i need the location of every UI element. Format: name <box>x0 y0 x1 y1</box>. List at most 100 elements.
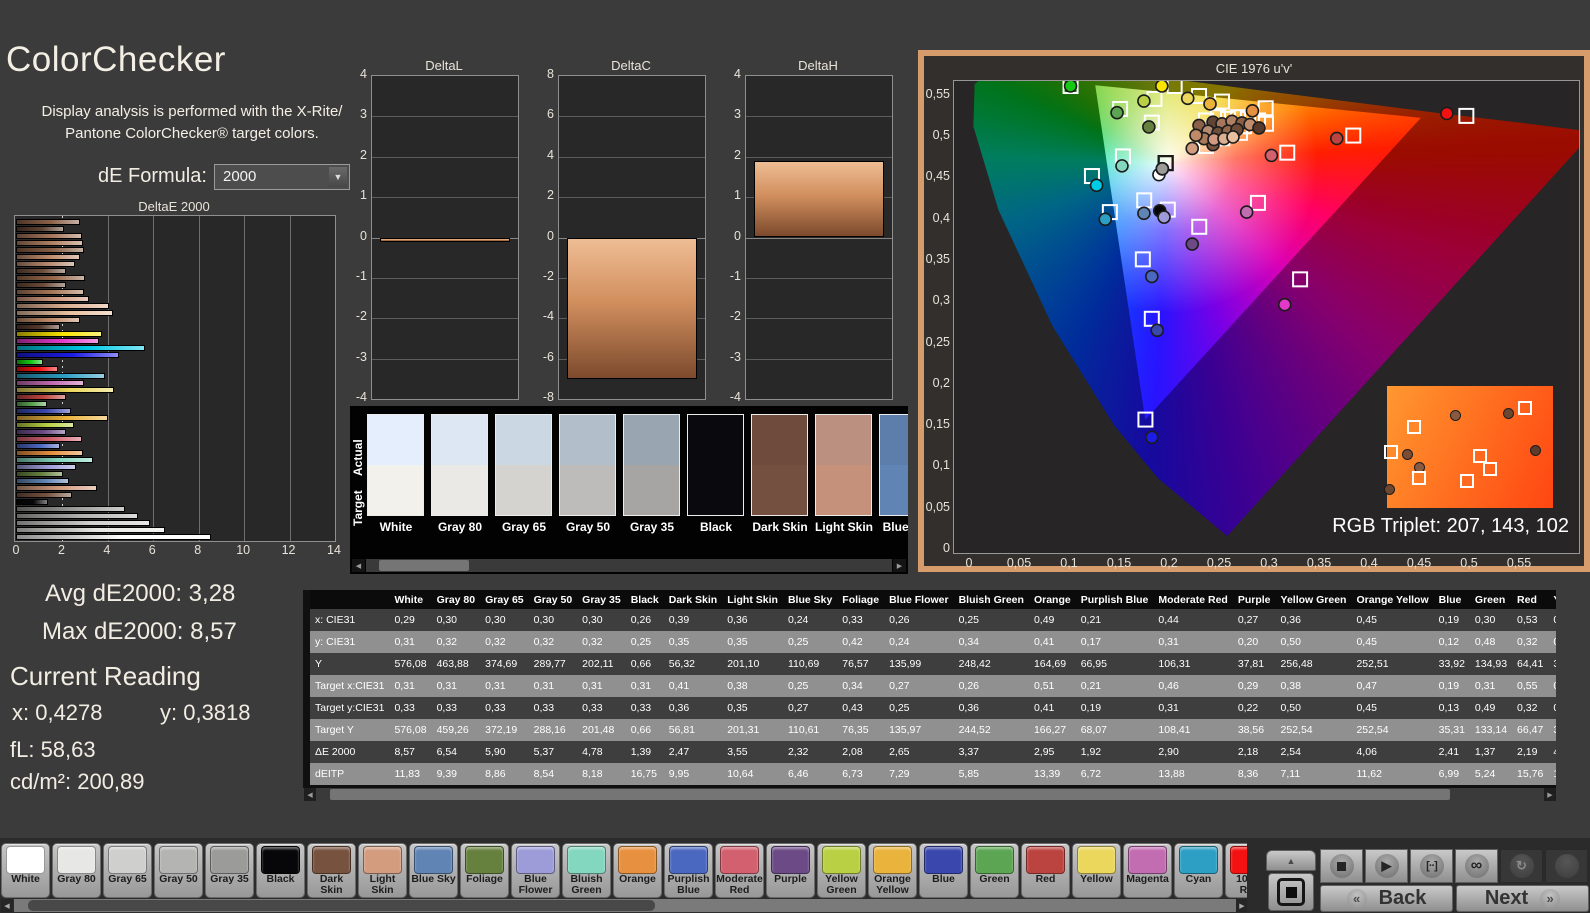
next-button[interactable]: Next » <box>1456 885 1589 912</box>
table-cell: 0,19 <box>1433 675 1470 697</box>
refresh-button[interactable]: ↻ <box>1500 849 1543 883</box>
patch-button-yellow[interactable]: Yellow <box>1072 843 1121 898</box>
patch-button-label: Blue Sky <box>411 874 456 885</box>
table-cell: 289,77 <box>528 653 578 675</box>
play-button[interactable]: ▶ <box>1365 849 1408 883</box>
patch-button-blue-flower[interactable]: Blue Flower <box>511 843 560 898</box>
patch-button-orange[interactable]: Orange <box>613 843 662 898</box>
chevron-down-icon[interactable]: ▼ <box>329 167 347 187</box>
patchbar-scrollbar-thumb[interactable] <box>28 900 655 911</box>
stop-pattern-button[interactable] <box>1268 873 1314 911</box>
table-cell: 6,99 <box>1433 763 1470 785</box>
patch-button-blue-sky[interactable]: Blue Sky <box>409 843 458 898</box>
swatch-scroll-right-button[interactable]: ▶ <box>893 559 906 572</box>
table-cell: 0,39 <box>663 609 723 631</box>
patch-button-gray-50[interactable]: Gray 50 <box>154 843 203 898</box>
table-cell: 110,69 <box>782 653 838 675</box>
square-icon <box>1277 878 1305 906</box>
patch-button-foliage[interactable]: Foliage <box>460 843 509 898</box>
patch-color-chip <box>567 846 606 874</box>
patch-button-bluish-green[interactable]: Bluish Green <box>562 843 611 898</box>
table-scrollbar-thumb[interactable] <box>330 789 1450 800</box>
patch-button-black[interactable]: Black <box>256 843 305 898</box>
table-cell: 0,45 <box>1351 697 1434 719</box>
table-cell: 1,92 <box>1075 741 1154 763</box>
table-scroll-right-button[interactable]: ▶ <box>1544 788 1556 801</box>
patch-button-white[interactable]: White <box>1 843 50 898</box>
panel-up-button[interactable]: ▲ <box>1266 850 1316 871</box>
deltae-bar-purplish-blue <box>16 443 60 449</box>
table-cell: 7,29 <box>884 763 954 785</box>
patch-button-red[interactable]: Red <box>1021 843 1070 898</box>
patch-button-yellow-green[interactable]: Yellow Green <box>817 843 866 898</box>
patch-button-magenta[interactable]: Magenta <box>1123 843 1172 898</box>
cie-x-tick: 0,3 <box>1260 556 1278 570</box>
table-cell: 2,19 <box>1512 741 1549 763</box>
patch-button-light-skin[interactable]: Light Skin <box>358 843 407 898</box>
table-cell: 0,35 <box>722 631 783 653</box>
deltae-bar <box>16 219 80 225</box>
table-cell: 459,26 <box>431 719 481 741</box>
deltae-bar <box>16 275 86 281</box>
table-cell: 0,31 <box>431 675 481 697</box>
patchbar-scroll-left-button[interactable]: ◀ <box>1 899 13 912</box>
swatch-white <box>367 414 424 516</box>
swatch-scrollbar-thumb[interactable] <box>379 560 469 571</box>
continuous-measure-button[interactable]: ∞ <box>1455 849 1498 883</box>
patch-button-gray-65[interactable]: Gray 65 <box>103 843 152 898</box>
patch-button-dark-skin[interactable]: Dark Skin <box>307 843 356 898</box>
target-marker <box>1134 251 1151 268</box>
deltae-bar-blue <box>16 408 71 414</box>
single-measure-button[interactable]: [··] <box>1410 849 1453 883</box>
table-cell: 5,24 <box>1469 763 1513 785</box>
de-formula-value: 2000 <box>223 168 257 185</box>
patch-button-orange-yellow[interactable]: Orange Yellow <box>868 843 917 898</box>
table-cell: 0,31 <box>1469 675 1513 697</box>
patch-button-gray-35[interactable]: Gray 35 <box>205 843 254 898</box>
patch-color-chip <box>159 846 198 874</box>
column-header: Yellow <box>1548 590 1556 609</box>
table-cell: 0,46 <box>1153 675 1233 697</box>
patch-button-cyan[interactable]: Cyan <box>1174 843 1223 898</box>
patch-button-green[interactable]: Green <box>970 843 1019 898</box>
table-cell: 0,24 <box>884 631 954 653</box>
table-cell: 0,32 <box>431 631 481 653</box>
table-cell: 56,32 <box>663 653 723 675</box>
patch-color-chip <box>6 846 45 874</box>
swatch-scroll-left-button[interactable]: ◀ <box>352 559 365 572</box>
table-cell: 3,55 <box>722 741 783 763</box>
table-cell: 0,33 <box>837 609 885 631</box>
inactive-button[interactable] <box>1545 849 1588 883</box>
column-header: Dark Skin <box>663 590 723 609</box>
row-label: Target x:CIE31 <box>310 675 390 697</box>
inset-target-marker <box>1483 461 1498 476</box>
table-row: Target Y 576,08 459,26 372,19 288,16 201,48 0,… <box>310 719 1556 741</box>
patch-button-moderate-red[interactable]: Moderate Red <box>715 843 764 898</box>
table-cell: 252,54 <box>1275 719 1352 741</box>
table-cell: 0,50 <box>1275 631 1352 653</box>
patch-button-blue[interactable]: Blue <box>919 843 968 898</box>
gridline <box>107 216 109 541</box>
table-cell: 164,69 <box>1028 653 1076 675</box>
reading-cdm2: cd/m²: 200,89 <box>10 769 145 794</box>
reading-x: x: 0,4278 <box>12 700 103 725</box>
patch-button-purplish-blue[interactable]: Purplish Blue <box>664 843 713 898</box>
stop-button[interactable] <box>1320 849 1363 883</box>
y-tick-label: 6 <box>547 107 554 122</box>
table-scroll-left-button[interactable]: ◀ <box>304 788 316 801</box>
subtitle-line1: Display analysis is performed with the X… <box>41 103 343 120</box>
patch-button-label: Blue <box>932 874 955 885</box>
row-label: x: CIE31 <box>310 609 390 631</box>
deltae-bar-gray-65 <box>16 520 150 526</box>
back-button[interactable]: « Back <box>1320 885 1453 912</box>
table-cell: 2,95 <box>1028 741 1076 763</box>
patch-button-gray-80[interactable]: Gray 80 <box>52 843 101 898</box>
table-cell: 9,95 <box>663 763 723 785</box>
de-formula-dropdown[interactable]: 2000 ▼ <box>214 164 350 190</box>
patch-button-label: White <box>11 874 40 885</box>
deltaL-bar <box>380 237 510 242</box>
patch-button-label: Yellow <box>1080 874 1113 885</box>
patch-button-purple[interactable]: Purple <box>766 843 815 898</box>
table-cell: 135,99 <box>884 653 954 675</box>
table-cell: 2,54 <box>1275 741 1352 763</box>
